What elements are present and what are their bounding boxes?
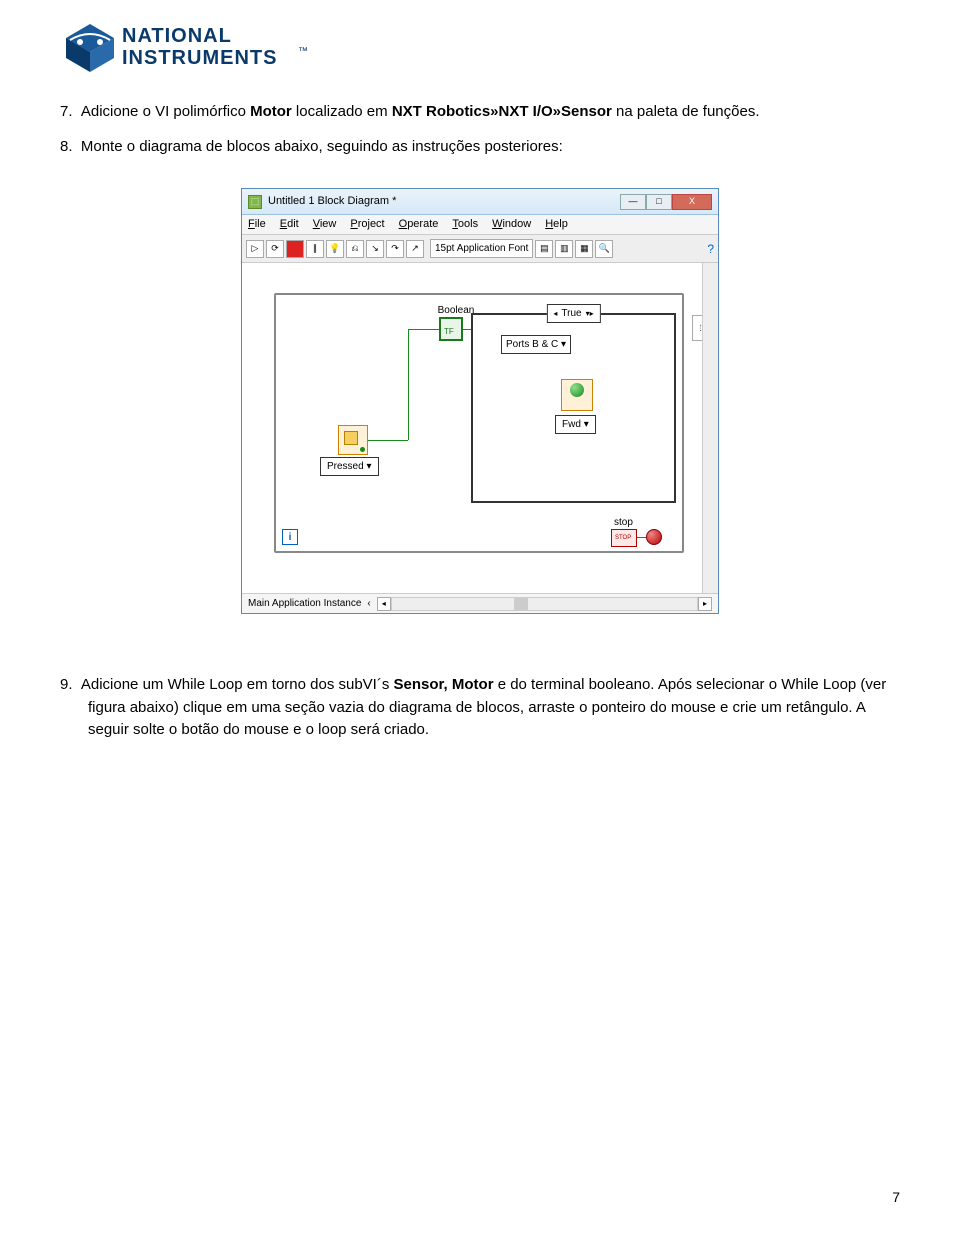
status-text: Main Application Instance xyxy=(248,596,361,611)
labview-screenshot: ⬚ Untitled 1 Block Diagram * — □ X File … xyxy=(241,188,719,614)
wire xyxy=(463,329,471,330)
wire xyxy=(408,329,439,330)
run-continuous-button[interactable]: ⟳ xyxy=(266,240,284,258)
menu-help[interactable]: Help xyxy=(545,216,568,233)
menu-project[interactable]: Project xyxy=(350,216,384,233)
step-8: 8. Monte o diagrama de blocos abaixo, se… xyxy=(60,136,900,159)
pause-button[interactable]: ∥ xyxy=(306,240,324,258)
document-body: 7. Adicione o VI polimórfico Motor local… xyxy=(60,101,900,742)
font-selector[interactable]: 15pt Application Font xyxy=(430,239,533,258)
menubar[interactable]: File Edit View Project Operate Tools Win… xyxy=(242,215,718,235)
svg-text:INSTRUMENTS: INSTRUMENTS xyxy=(122,47,277,69)
chevron-down-icon: ▾ xyxy=(561,339,566,350)
motor-subvi[interactable] xyxy=(561,379,593,411)
step-out-button[interactable]: ↗ xyxy=(406,240,424,258)
while-loop[interactable]: Boolean Pressed ▾ xyxy=(274,293,684,553)
menu-tools[interactable]: Tools xyxy=(452,216,478,233)
menu-operate[interactable]: Operate xyxy=(399,216,439,233)
menu-view[interactable]: View xyxy=(313,216,337,233)
step-into-button[interactable]: ↘ xyxy=(366,240,384,258)
statusbar: Main Application Instance ‹ ◂ ▸ xyxy=(242,593,718,613)
help-icon[interactable]: ? xyxy=(707,240,714,258)
reorder-button[interactable]: ▦ xyxy=(575,240,593,258)
sensor-subvi[interactable] xyxy=(338,425,368,455)
close-button[interactable]: X xyxy=(672,194,712,210)
run-button[interactable]: ▷ xyxy=(246,240,264,258)
list-number: 7. xyxy=(60,103,73,120)
toolbar[interactable]: ▷ ⟳ ∥ 💡 ⎌ ↘ ↷ ↗ 15pt Application Font ▤ … xyxy=(242,235,718,263)
case-structure[interactable]: ◂ True ▾▸ Ports B & C ▾ Fwd ▾ xyxy=(471,313,676,503)
svg-text:™: ™ xyxy=(298,46,308,57)
boolean-terminal[interactable] xyxy=(439,317,463,341)
menu-file[interactable]: File xyxy=(248,216,266,233)
retain-button[interactable]: ⎌ xyxy=(346,240,364,258)
ports-selector[interactable]: Ports B & C ▾ xyxy=(501,335,571,354)
list-number: 8. xyxy=(60,138,73,155)
abort-button[interactable] xyxy=(286,240,304,258)
highlight-button[interactable]: 💡 xyxy=(326,240,344,258)
chevron-down-icon: ▾ xyxy=(366,461,371,472)
prev-case-icon[interactable]: ◂ xyxy=(553,308,557,320)
window: ⬚ Untitled 1 Block Diagram * — □ X File … xyxy=(241,188,719,614)
menu-edit[interactable]: Edit xyxy=(280,216,299,233)
distribute-button[interactable]: ▥ xyxy=(555,240,573,258)
search-button[interactable]: 🔍 xyxy=(595,240,613,258)
step-over-button[interactable]: ↷ xyxy=(386,240,404,258)
step-7: 7. Adicione o VI polimórfico Motor local… xyxy=(60,101,900,124)
stop-terminal[interactable] xyxy=(611,529,637,547)
loop-condition[interactable] xyxy=(646,529,662,545)
wire xyxy=(368,440,408,441)
chevron-left-icon: ‹ xyxy=(367,596,370,611)
step-9: 9. Adicione um While Loop em torno dos s… xyxy=(60,674,900,742)
scroll-right-button[interactable]: ▸ xyxy=(698,597,712,611)
app-icon: ⬚ xyxy=(248,195,262,209)
fwd-selector[interactable]: Fwd ▾ xyxy=(555,415,596,434)
loop-iteration[interactable]: i xyxy=(282,529,298,545)
horizontal-scrollbar[interactable] xyxy=(391,597,698,611)
align-button[interactable]: ▤ xyxy=(535,240,553,258)
chevron-down-icon: ▾ xyxy=(584,419,589,430)
menu-window[interactable]: Window xyxy=(492,216,531,233)
titlebar[interactable]: ⬚ Untitled 1 Block Diagram * — □ X xyxy=(242,189,718,215)
svg-text:NATIONAL: NATIONAL xyxy=(122,25,232,47)
page-number: 7 xyxy=(892,1189,900,1205)
stop-label: stop xyxy=(614,515,633,530)
vertical-scrollbar[interactable] xyxy=(702,263,718,593)
case-selector[interactable]: ◂ True ▾▸ xyxy=(546,304,600,323)
ni-logo: NATIONAL INSTRUMENTS ™ xyxy=(60,20,900,76)
window-title: Untitled 1 Block Diagram * xyxy=(268,193,396,210)
block-diagram-canvas[interactable]: ⬚ Boolean Pressed ▾ xyxy=(242,263,718,593)
maximize-button[interactable]: □ xyxy=(646,194,672,210)
wire xyxy=(637,537,646,538)
wire xyxy=(408,329,409,440)
pressed-selector[interactable]: Pressed ▾ xyxy=(320,457,379,476)
minimize-button[interactable]: — xyxy=(620,194,646,210)
list-number: 9. xyxy=(60,676,73,693)
next-case-icon[interactable]: ▾▸ xyxy=(586,308,594,320)
scroll-left-button[interactable]: ◂ xyxy=(377,597,391,611)
